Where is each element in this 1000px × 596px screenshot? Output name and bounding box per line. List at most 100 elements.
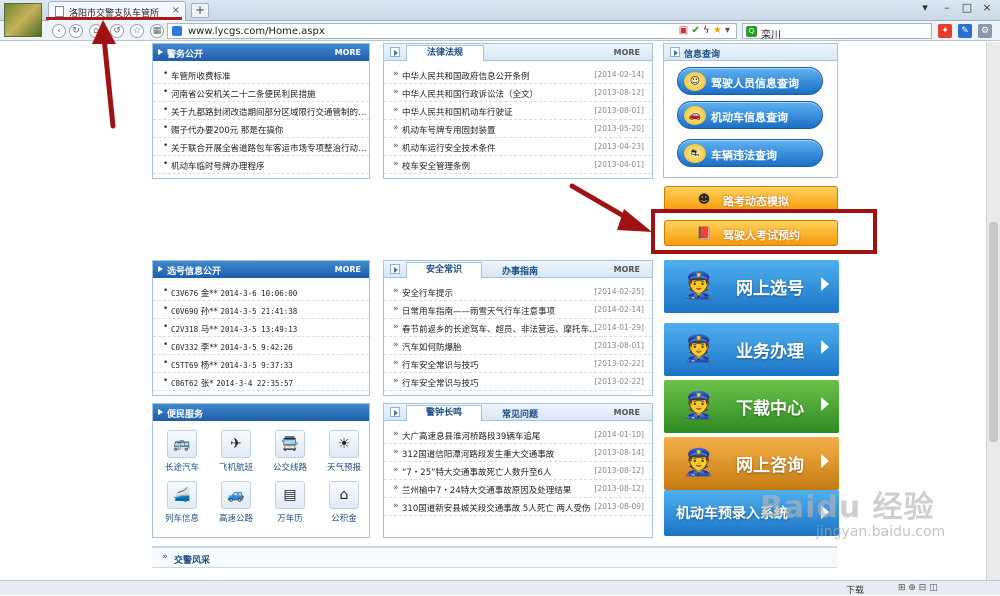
annotation-underline — [46, 17, 182, 20]
edit-icon[interactable]: ✎ — [958, 24, 972, 38]
list-item[interactable]: 行车安全常识与技巧[2013-02-22] — [384, 373, 652, 391]
city-bus-icon: 🚍 — [275, 430, 305, 458]
car-icon: 🚗 — [684, 106, 706, 125]
officer-icon: 👮 — [682, 448, 716, 478]
service-calendar[interactable]: ▤ 万年历 — [265, 481, 315, 527]
driver-icon: ☺ — [684, 72, 706, 91]
service-train[interactable]: 🚄 列车信息 — [157, 481, 207, 527]
tab-faq[interactable]: 常见问题 — [502, 407, 538, 420]
tab-safety[interactable]: 安全常识 — [406, 262, 482, 278]
more-link[interactable]: MORE — [614, 265, 640, 274]
list-item[interactable]: 312国道信阳潭河路段发生重大交通事故[2013-08-14] — [384, 444, 652, 462]
list-item[interactable]: 机动车运行安全技术条件[2013-04-23] — [384, 138, 652, 156]
violation-icon: ⛐ — [684, 144, 706, 163]
more-link[interactable]: MORE — [614, 408, 640, 417]
more-link[interactable]: MORE — [335, 265, 361, 274]
new-tab-button[interactable]: + — [191, 3, 209, 18]
favorites-icon[interactable]: ☆ — [130, 24, 144, 38]
scroll-thumb[interactable] — [989, 222, 998, 442]
close-window-icon[interactable]: × — [976, 0, 998, 18]
list-item[interactable]: “7・25”特大交通事故死亡人数升至6人[2013-08-12] — [384, 462, 652, 480]
service-city-bus[interactable]: 🚍 公交线路 — [265, 430, 315, 476]
back-icon[interactable]: ‹ — [52, 24, 66, 38]
url-action-icons: ▣ ✔ ϟ ★ ▾ — [679, 25, 730, 36]
watermark-logo: Baidu 经验 — [760, 490, 935, 525]
list-item[interactable]: 关于九都路封闭改造期间部分区域限行交通管制的… — [153, 102, 369, 120]
list-item[interactable]: 日常用车指南——雨雪天气行车注意事项[2014-02-14] — [384, 301, 652, 319]
panel-header: 法律法规 MORE — [384, 44, 652, 61]
panel-header: 安全常识 办事指南 MORE — [384, 261, 652, 278]
list-item[interactable]: 机动车号牌专用固封装置[2013-05-20] — [384, 120, 652, 138]
status-bar: 下载 ⊞ ⊕ ⊟ ◫ — [0, 580, 1000, 596]
list-item[interactable]: 大广高速息县淮河桥路段39辆车追尾[2014-01-10] — [384, 426, 652, 444]
url-text: www.lycgs.com/Home.aspx — [188, 26, 325, 37]
user-avatar[interactable] — [4, 3, 42, 37]
list-item[interactable]: 兰州榆中7・24特大交通事故原因及处理结果[2013-08-12] — [384, 480, 652, 498]
list-item[interactable]: 赐子代办要200元 那是在搞你 — [153, 120, 369, 138]
online-plate-selection-button[interactable]: 👮 网上选号 — [664, 260, 839, 313]
tab-laws[interactable]: 法律法规 — [406, 45, 484, 61]
violation-query-button[interactable]: ⛐ 车辆违法查询 — [677, 139, 823, 167]
bus-icon: 🚌 — [167, 430, 197, 458]
annotation-highlight-box — [651, 209, 877, 254]
officer-icon: 👮 — [682, 271, 716, 301]
lightning-icon[interactable]: ϟ — [703, 25, 710, 36]
service-long-distance-bus[interactable]: 🚌 长途汽车 — [157, 430, 207, 476]
security-check-icon[interactable]: ✔ — [691, 25, 699, 36]
more-link[interactable]: MORE — [335, 48, 361, 57]
service-flights[interactable]: ✈ 飞机航班 — [211, 430, 261, 476]
menu-dropdown-icon[interactable]: ▾ — [914, 0, 936, 18]
list-item[interactable]: 机动车临时号牌办理程序 — [153, 156, 369, 174]
driver-info-query-button[interactable]: ☺ 驾驶人员信息查询 — [677, 67, 823, 95]
list-item[interactable]: 行车安全常识与技巧[2013-02-22] — [384, 355, 652, 373]
address-bar[interactable]: www.lycgs.com/Home.aspx ▣ ✔ ϟ ★ ▾ — [167, 23, 737, 39]
list-item[interactable]: 310国道新安县城关段交通事故 5人死亡 两人受伤[2013-08-09] — [384, 498, 652, 516]
service-housing-fund[interactable]: ⌂ 公积金 — [319, 481, 369, 527]
apps-grid-icon[interactable]: ▦ — [150, 24, 164, 38]
list-item[interactable]: 安全行车提示[2014-02-25] — [384, 283, 652, 301]
tab-close-icon[interactable]: × — [172, 5, 180, 16]
list-item[interactable]: 中华人民共和国政府信息公开条例[2014-02-14] — [384, 66, 652, 84]
dropdown-icon[interactable]: ▾ — [725, 25, 730, 36]
compat-icon[interactable]: ▣ — [679, 25, 688, 36]
list-item[interactable]: 汽车如何防爆胎[2013-08-01] — [384, 337, 652, 355]
tab-guide[interactable]: 办事指南 — [502, 264, 538, 277]
search-engine-icon[interactable]: Q — [746, 26, 757, 37]
maximize-icon[interactable]: □ — [956, 0, 978, 18]
history-icon[interactable]: ↺ — [110, 24, 124, 38]
list-item[interactable]: 关于联合开展全省道路包车客运市场专项整治行动… — [153, 138, 369, 156]
tab-alarm[interactable]: 警钟长鸣 — [406, 405, 482, 421]
status-icons[interactable]: ⊞ ⊕ ⊟ ◫ — [898, 583, 938, 593]
adblock-icon[interactable]: ✦ — [938, 24, 952, 38]
list-item[interactable]: 河南省公安机关二十二条便民利民措施 — [153, 84, 369, 102]
panel-services: 便民服务 🚌 长途汽车 ✈ 飞机航班 🚍 公交线路 ☀ 天气预报 🚄 列车信息 🚙 高速公路… — [152, 403, 370, 538]
download-status[interactable]: 下载 — [846, 583, 864, 596]
list-item[interactable]: 中华人民共和国机动车行驶证[2013-08-01] — [384, 102, 652, 120]
refresh-icon[interactable]: ↻ — [69, 24, 83, 38]
vertical-scrollbar[interactable] — [986, 42, 1000, 580]
panel-header: 信息查询 — [664, 44, 837, 61]
list-item[interactable]: 车管所收费标准 — [153, 66, 369, 84]
home-icon[interactable]: ⌂ — [89, 24, 103, 38]
page-icon — [55, 6, 64, 17]
panel-header: 选号信息公开 MORE — [153, 261, 369, 278]
service-highway[interactable]: 🚙 高速公路 — [211, 481, 261, 527]
star-icon[interactable]: ★ — [713, 25, 722, 36]
plane-icon: ✈ — [221, 430, 251, 458]
service-weather[interactable]: ☀ 天气预报 — [319, 430, 369, 476]
panel-title: 信息查询 — [684, 50, 721, 60]
download-center-button[interactable]: 👮 下载中心 — [664, 380, 839, 433]
search-input[interactable]: Q 栾川 — [742, 23, 932, 41]
search-query: 栾川 — [761, 30, 781, 41]
vehicle-info-query-button[interactable]: 🚗 机动车信息查询 — [677, 101, 823, 129]
arrow-icon — [390, 264, 400, 274]
weather-icon: ☀ — [329, 430, 359, 458]
list-item[interactable]: 春节前返乡的长途驾车、超员、非法营运、摩托车…[2014-01-29] — [384, 319, 652, 337]
wrench-icon[interactable]: ⚙ — [978, 24, 992, 38]
more-link[interactable]: MORE — [614, 48, 640, 57]
site-shield-icon — [172, 26, 182, 36]
list-item[interactable]: 中华人民共和国行政诉讼法（全文）[2013-08-12] — [384, 84, 652, 102]
business-handling-button[interactable]: 👮 业务办理 — [664, 323, 839, 376]
list-item[interactable]: 校车安全管理条例[2013-04-01] — [384, 156, 652, 174]
minimize-icon[interactable]: – — [936, 0, 958, 18]
